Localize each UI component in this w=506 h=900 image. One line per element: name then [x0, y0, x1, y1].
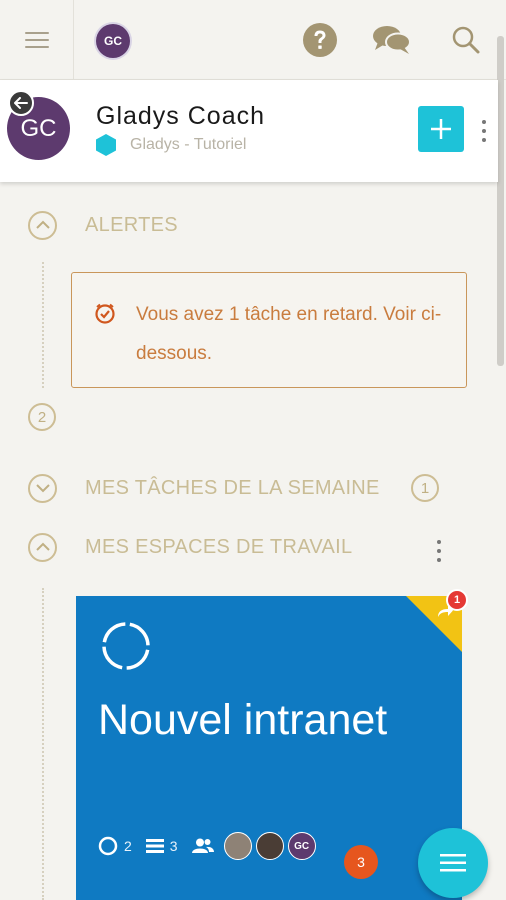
help-icon[interactable]	[300, 20, 340, 60]
profile-name: Gladys Coach	[96, 102, 266, 130]
member-avatar[interactable]: GC	[287, 832, 316, 860]
chevron-up-icon[interactable]	[28, 210, 57, 240]
progress-ring-icon	[102, 622, 150, 670]
more-options-icon[interactable]	[481, 120, 487, 142]
member-avatar[interactable]	[223, 832, 252, 860]
workspace-title: Nouvel intranet	[98, 696, 388, 744]
tasks-count: 1	[411, 474, 439, 502]
menu-button[interactable]	[0, 0, 74, 80]
chat-icon[interactable]	[372, 20, 412, 60]
hexagon-icon	[96, 134, 116, 156]
user-avatar[interactable]: GC	[96, 24, 130, 58]
workspaces-section-header[interactable]: MES ESPACES DE TRAVAIL	[28, 532, 352, 562]
clock-check-icon	[95, 303, 115, 324]
timeline-line	[42, 262, 44, 388]
workspace-card[interactable]: Nouvel intranet 2 3 GC	[76, 596, 462, 900]
add-button[interactable]	[418, 106, 464, 152]
list-icon	[145, 839, 164, 853]
workspaces-title: MES ESPACES DE TRAVAIL	[85, 535, 353, 558]
timeline-line	[42, 588, 44, 900]
workspace-stats: 2 3 GC	[98, 832, 320, 860]
profile-subtitle: Gladys - Tutoriel	[96, 134, 246, 156]
menu-icon	[24, 31, 49, 49]
tasks-title: MES TÂCHES DE LA SEMAINE	[85, 476, 380, 499]
list-count: 3	[169, 838, 178, 854]
menu-lines-icon	[440, 854, 466, 872]
progress-count: 2	[124, 838, 132, 854]
member-avatar[interactable]	[255, 832, 284, 860]
count-badge: 3	[344, 845, 378, 879]
tasks-section-header[interactable]: MES TÂCHES DE LA SEMAINE	[28, 473, 380, 503]
chevron-down-icon[interactable]	[28, 473, 57, 503]
alert-message: Vous avez 1 tâche en retard. Voir ci-des…	[136, 304, 442, 364]
top-bar: GC	[0, 0, 506, 80]
alerts-section-header[interactable]: ALERTES	[28, 210, 178, 240]
chevron-up-icon[interactable]	[28, 532, 57, 562]
profile-header: GC Gladys Coach Gladys - Tutoriel	[0, 80, 498, 182]
alerts-count: 2	[28, 403, 56, 431]
search-icon[interactable]	[446, 20, 486, 60]
profile-subtitle-text: Gladys - Tutoriel	[130, 136, 247, 153]
notification-badge: 1	[446, 589, 468, 611]
back-arrow-icon[interactable]	[8, 90, 34, 116]
alerts-title: ALERTES	[85, 213, 178, 236]
circle-icon	[98, 836, 118, 856]
scrollbar[interactable]	[497, 36, 504, 366]
members-stat	[191, 838, 214, 854]
workspaces-more-icon[interactable]	[436, 540, 442, 562]
plus-icon	[431, 119, 451, 139]
progress-stat: 2	[98, 836, 132, 856]
alert-message-box[interactable]: Vous avez 1 tâche en retard. Voir ci-des…	[71, 272, 467, 388]
users-icon	[191, 838, 214, 853]
floating-menu-button[interactable]	[418, 828, 488, 898]
list-stat: 3	[145, 838, 178, 854]
